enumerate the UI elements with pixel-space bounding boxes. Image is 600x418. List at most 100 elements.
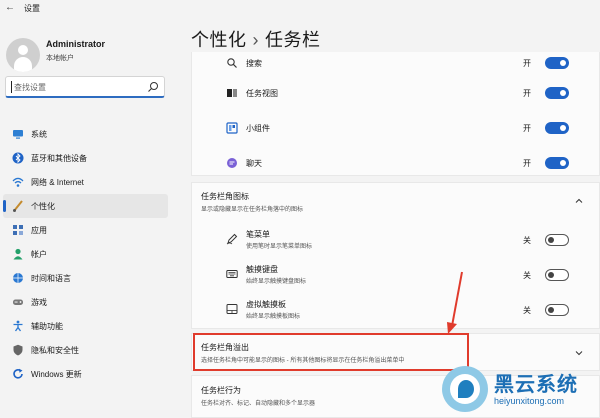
search-input[interactable]: 查找设置 (5, 76, 165, 98)
toggle-switch[interactable] (545, 304, 569, 316)
avatar[interactable] (6, 38, 40, 72)
behaviors-title: 任务栏行为 (201, 386, 241, 395)
task-view-icon (226, 87, 238, 99)
search-icon[interactable] (147, 81, 159, 93)
corner-icon-label: 触摸键盘 (246, 265, 278, 274)
sidebar-item-label: 应用 (31, 225, 47, 235)
corner-icons-title: 任务栏角图标 (201, 192, 249, 201)
toggle-state-label: 关 (523, 271, 531, 280)
toggle-switch[interactable] (545, 269, 569, 281)
toggle-state-label: 开 (523, 159, 531, 168)
corner-icons-card: 任务栏角图标 显示或隐藏显示在任务栏角落中的图标 笔菜单 使用笔时显示笔菜单图标关… (191, 182, 600, 329)
corner-icon-description: 使用笔时显示笔菜单图标 (246, 244, 313, 250)
sidebar-nav: 系统蓝牙和其他设备 网络 & Internet 个性化应用帐户时间和语言游戏辅助功能… (3, 122, 168, 386)
shield-icon (12, 344, 24, 356)
sidebar: Administrator 本地帐户 查找设置 系统蓝牙和其他设备 网络 & In… (0, 16, 178, 418)
taskbar-items-card: 搜索开任务视图开小组件开聊天开 (191, 52, 600, 176)
sidebar-item-label: 隐私和安全性 (31, 345, 79, 355)
toggle-switch[interactable] (545, 157, 569, 169)
sidebar-item-5[interactable]: 帐户 (3, 242, 168, 266)
page-title: 任务栏 (265, 30, 321, 50)
breadcrumb-separator: › (252, 30, 259, 50)
update-icon (12, 368, 24, 380)
taskbar-item-row: 聊天 开 (192, 148, 599, 176)
chevron-down-icon[interactable] (575, 349, 583, 357)
toggle-switch[interactable] (545, 87, 569, 99)
corner-icon-row: 笔菜单使用笔时显示笔菜单图标 关 (192, 223, 599, 255)
toggle-switch[interactable] (545, 234, 569, 246)
brush-icon (12, 200, 24, 212)
corner-icon-row: 触摸键盘始终显示触摸键盘图标 关 (192, 258, 599, 290)
sidebar-item-label: 时间和语言 (31, 273, 71, 283)
watermark-url: heiyunxitong.com (494, 396, 565, 406)
sidebar-item-4[interactable]: 应用 (3, 218, 168, 242)
search-icon (226, 57, 238, 69)
annotation-highlight-box (193, 333, 469, 371)
sidebar-item-3[interactable]: 个性化 (3, 194, 168, 218)
title-bar: ← 设置 (0, 0, 600, 16)
corner-icon-label: 虚拟触摸板 (246, 300, 286, 309)
sidebar-item-label: 系统 (31, 129, 47, 139)
behaviors-subtitle: 任务栏对齐、标记、自动隐藏和多个显示器 (201, 401, 316, 407)
person-icon (12, 248, 24, 260)
monitor-icon (12, 128, 24, 140)
taskbar-item-label: 搜索 (246, 59, 262, 68)
touchpad-icon (226, 303, 238, 315)
sidebar-item-7[interactable]: 游戏 (3, 290, 168, 314)
chevron-up-icon[interactable] (575, 197, 583, 205)
taskbar-item-label: 任务视图 (246, 89, 278, 98)
corner-icon-description: 始终显示触摸板图标 (246, 314, 301, 320)
taskbar-item-label: 聊天 (246, 159, 262, 168)
user-account-type: 本地帐户 (46, 55, 74, 62)
watermark: 黑云系统 heiyunxitong.com (440, 362, 598, 416)
taskbar-item-row: 搜索 开 (192, 48, 599, 76)
sidebar-item-8[interactable]: 辅助功能 (3, 314, 168, 338)
globe-clock-icon (12, 272, 24, 284)
sidebar-item-9[interactable]: 隐私和安全性 (3, 338, 168, 362)
sidebar-item-0[interactable]: 系统 (3, 122, 168, 146)
toggle-state-label: 开 (523, 89, 531, 98)
sidebar-item-6[interactable]: 时间和语言 (3, 266, 168, 290)
active-indicator (3, 200, 6, 212)
sidebar-item-label: 蓝牙和其他设备 (31, 153, 87, 163)
toggle-state-label: 关 (523, 236, 531, 245)
pen-icon (226, 233, 238, 245)
search-placeholder: 查找设置 (14, 83, 46, 92)
sidebar-item-2[interactable]: 网络 & Internet (3, 170, 168, 194)
toggle-state-label: 开 (523, 59, 531, 68)
corner-icons-header[interactable]: 任务栏角图标 显示或隐藏显示在任务栏角落中的图标 (192, 183, 599, 219)
bluetooth-icon (12, 152, 24, 164)
toggle-state-label: 开 (523, 124, 531, 133)
taskbar-item-row: 任务视图 开 (192, 78, 599, 106)
sidebar-item-label: 帐户 (31, 249, 47, 259)
taskbar-item-label: 小组件 (246, 124, 270, 133)
toggle-switch[interactable] (545, 57, 569, 69)
watermark-brand: 黑云系统 (494, 374, 578, 396)
keyboard-icon (226, 268, 238, 280)
sidebar-item-label: 网络 & Internet (31, 177, 84, 187)
window-title: 设置 (24, 4, 40, 13)
sidebar-item-label: Windows 更新 (31, 369, 82, 379)
widgets-icon (226, 122, 238, 134)
toggle-switch[interactable] (545, 122, 569, 134)
chat-icon (226, 157, 238, 169)
sidebar-item-label: 个性化 (31, 201, 55, 211)
taskbar-item-row: 小组件 开 (192, 113, 599, 141)
corner-icon-label: 笔菜单 (246, 230, 270, 239)
apps-icon (12, 224, 24, 236)
back-arrow-icon[interactable]: ← (5, 2, 15, 13)
wifi-icon (12, 176, 24, 188)
sidebar-item-label: 游戏 (31, 297, 47, 307)
accessibility-icon (12, 320, 24, 332)
user-name: Administrator (46, 39, 106, 49)
corner-icon-description: 始终显示触摸键盘图标 (246, 279, 307, 285)
corner-icons-subtitle: 显示或隐藏显示在任务栏角落中的图标 (201, 207, 304, 213)
watermark-logo-icon (442, 366, 488, 412)
breadcrumb-parent[interactable]: 个性化 (191, 30, 247, 50)
sidebar-item-1[interactable]: 蓝牙和其他设备 (3, 146, 168, 170)
gamepad-icon (12, 296, 24, 308)
corner-icon-row: 虚拟触摸板始终显示触摸板图标 关 (192, 293, 599, 325)
toggle-state-label: 关 (523, 306, 531, 315)
sidebar-item-10[interactable]: Windows 更新 (3, 362, 168, 386)
sidebar-item-label: 辅助功能 (31, 321, 63, 331)
